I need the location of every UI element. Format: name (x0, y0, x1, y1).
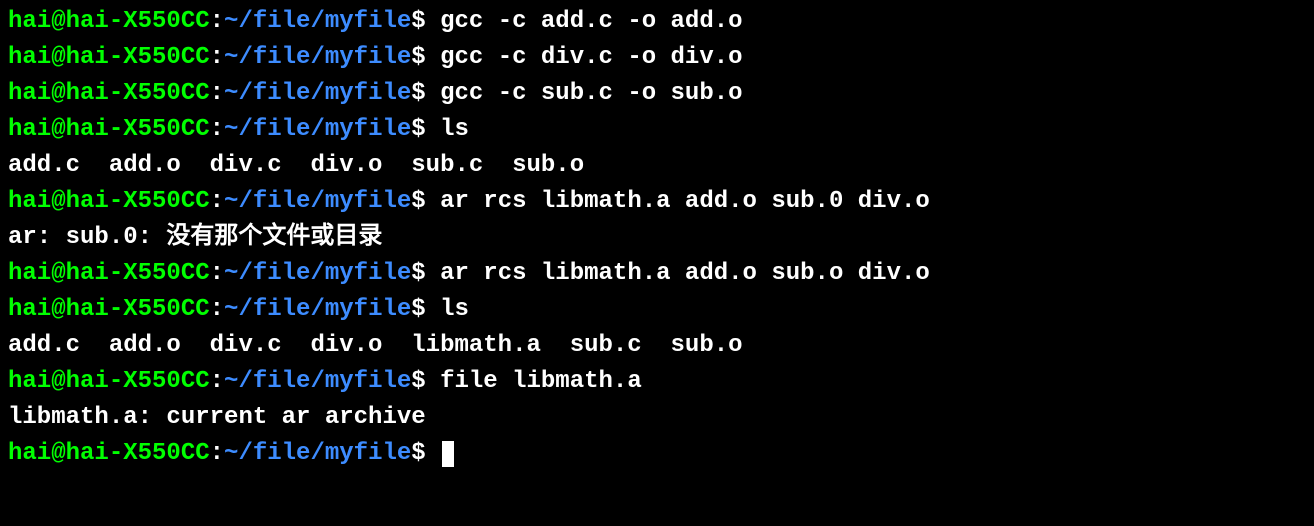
command-text: gcc -c add.c -o add.o (426, 8, 743, 35)
terminal-line-4: hai@hai-X550CC:~/file/myfile$ ls (8, 112, 1306, 148)
prompt-dollar: $ (411, 260, 425, 287)
terminal-line-3: hai@hai-X550CC:~/file/myfile$ gcc -c sub… (8, 76, 1306, 112)
terminal-line-10: add.c add.o div.c div.o libmath.a sub.c … (8, 328, 1306, 364)
command-input[interactable] (426, 440, 440, 467)
prompt-user: hai@hai-X550CC (8, 368, 210, 395)
command-text: gcc -c div.c -o div.o (426, 44, 743, 71)
prompt-path: ~/file/myfile (224, 440, 411, 467)
terminal-line-12: libmath.a: current ar archive (8, 400, 1306, 436)
command-text: ar rcs libmath.a add.o sub.0 div.o (426, 188, 930, 215)
prompt-dollar: $ (411, 80, 425, 107)
prompt-path: ~/file/myfile (224, 44, 411, 71)
prompt-dollar: $ (411, 188, 425, 215)
prompt-path: ~/file/myfile (224, 188, 411, 215)
prompt-colon: : (210, 8, 224, 35)
output-text: add.c add.o div.c div.o sub.c sub.o (8, 152, 584, 179)
terminal-line-11: hai@hai-X550CC:~/file/myfile$ file libma… (8, 364, 1306, 400)
prompt-colon: : (210, 44, 224, 71)
command-text: ls (426, 116, 469, 143)
output-text: libmath.a: current ar archive (8, 404, 426, 431)
command-text: gcc -c sub.c -o sub.o (426, 80, 743, 107)
prompt-user: hai@hai-X550CC (8, 296, 210, 323)
prompt-colon: : (210, 296, 224, 323)
prompt-path: ~/file/myfile (224, 8, 411, 35)
output-text: ar: sub.0: 没有那个文件或目录 (8, 224, 382, 251)
prompt-dollar: $ (411, 44, 425, 71)
prompt-path: ~/file/myfile (224, 296, 411, 323)
prompt-dollar: $ (411, 116, 425, 143)
terminal-line-1: hai@hai-X550CC:~/file/myfile$ gcc -c add… (8, 4, 1306, 40)
prompt-dollar: $ (411, 8, 425, 35)
prompt-colon: : (210, 260, 224, 287)
prompt-colon: : (210, 116, 224, 143)
prompt-dollar: $ (411, 296, 425, 323)
prompt-user: hai@hai-X550CC (8, 44, 210, 71)
prompt-user: hai@hai-X550CC (8, 440, 210, 467)
prompt-user: hai@hai-X550CC (8, 80, 210, 107)
command-text: ar rcs libmath.a add.o sub.o div.o (426, 260, 930, 287)
prompt-colon: : (210, 80, 224, 107)
command-text: file libmath.a (426, 368, 642, 395)
output-text: add.c add.o div.c div.o libmath.a sub.c … (8, 332, 743, 359)
prompt-user: hai@hai-X550CC (8, 260, 210, 287)
prompt-path: ~/file/myfile (224, 116, 411, 143)
prompt-colon: : (210, 188, 224, 215)
command-text: ls (426, 296, 469, 323)
terminal-line-8: hai@hai-X550CC:~/file/myfile$ ar rcs lib… (8, 256, 1306, 292)
prompt-dollar: $ (411, 368, 425, 395)
terminal-line-9: hai@hai-X550CC:~/file/myfile$ ls (8, 292, 1306, 328)
prompt-user: hai@hai-X550CC (8, 116, 210, 143)
prompt-colon: : (210, 440, 224, 467)
cursor-icon (442, 441, 454, 467)
terminal-line-5: add.c add.o div.c div.o sub.c sub.o (8, 148, 1306, 184)
terminal-line-13[interactable]: hai@hai-X550CC:~/file/myfile$ (8, 436, 1306, 472)
terminal-line-6: hai@hai-X550CC:~/file/myfile$ ar rcs lib… (8, 184, 1306, 220)
prompt-path: ~/file/myfile (224, 80, 411, 107)
terminal-line-7: ar: sub.0: 没有那个文件或目录 (8, 220, 1306, 256)
prompt-path: ~/file/myfile (224, 260, 411, 287)
prompt-user: hai@hai-X550CC (8, 188, 210, 215)
prompt-dollar: $ (411, 440, 425, 467)
prompt-path: ~/file/myfile (224, 368, 411, 395)
prompt-user: hai@hai-X550CC (8, 8, 210, 35)
prompt-colon: : (210, 368, 224, 395)
terminal-line-2: hai@hai-X550CC:~/file/myfile$ gcc -c div… (8, 40, 1306, 76)
